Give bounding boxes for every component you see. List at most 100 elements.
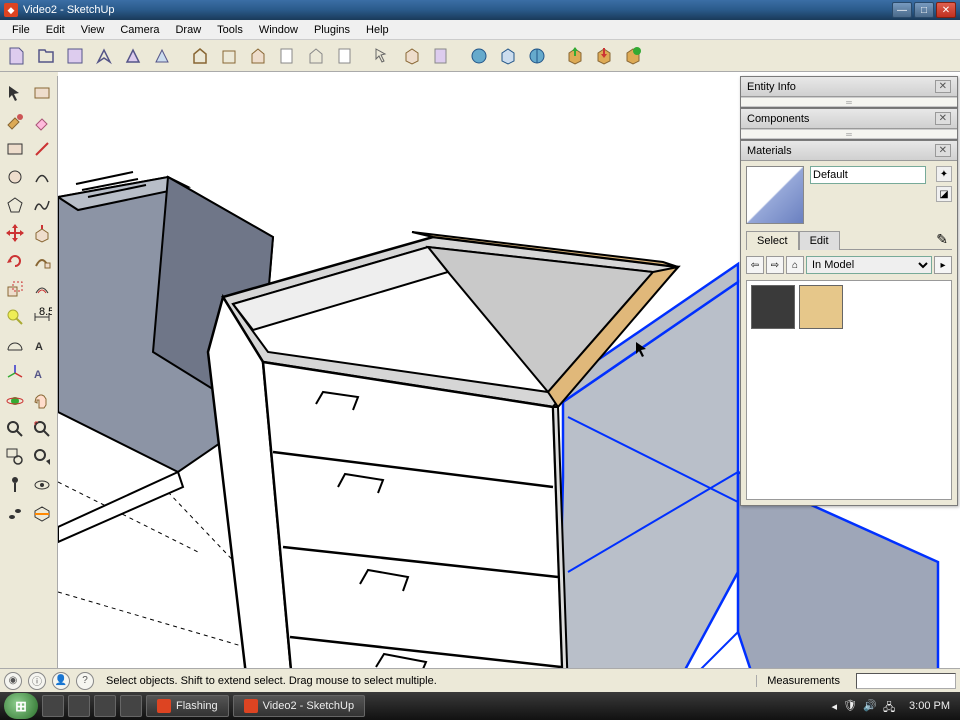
tool-tape[interactable] xyxy=(2,304,28,330)
tb-paste-place[interactable] xyxy=(428,43,454,69)
materials-swatch-tan[interactable] xyxy=(799,285,843,329)
tool-protractor[interactable] xyxy=(2,332,28,358)
tb-component[interactable] xyxy=(399,43,425,69)
status-credits-icon[interactable]: ⓘ xyxy=(28,672,46,690)
tb-earth3[interactable] xyxy=(524,43,550,69)
tray-icon-1[interactable]: 🛡 xyxy=(843,699,857,713)
measurements-input[interactable] xyxy=(856,673,956,689)
tool-arc[interactable] xyxy=(30,164,56,190)
close-button[interactable]: ✕ xyxy=(936,2,956,18)
panel-components-close[interactable]: ✕ xyxy=(935,112,951,125)
tool-dim[interactable]: 8.5 xyxy=(30,304,56,330)
tool-pan[interactable] xyxy=(30,388,56,414)
tb-open[interactable] xyxy=(33,43,59,69)
tool-pushpull[interactable] xyxy=(30,220,56,246)
tool-freehand[interactable] xyxy=(30,192,56,218)
tb-page3[interactable] xyxy=(332,43,358,69)
materials-tab-select[interactable]: Select xyxy=(746,231,799,250)
panel-entity-info-close[interactable]: ✕ xyxy=(935,80,951,93)
tool-poly[interactable] xyxy=(2,192,28,218)
materials-nav-details[interactable]: ▸ xyxy=(934,256,952,274)
tb-page1[interactable] xyxy=(274,43,300,69)
tray-expand-icon[interactable]: ◂ xyxy=(832,700,838,713)
tool-prev-view[interactable] xyxy=(30,444,56,470)
tb-save[interactable] xyxy=(62,43,88,69)
tool-section[interactable] xyxy=(30,500,56,526)
tool-eraser[interactable] xyxy=(30,108,56,134)
tool-followme[interactable] xyxy=(30,248,56,274)
eyedropper-icon[interactable]: ✎ xyxy=(936,231,948,248)
tool-zoom-extents[interactable] xyxy=(30,416,56,442)
quicklaunch-1[interactable] xyxy=(42,695,64,717)
tool-axes[interactable] xyxy=(2,360,28,386)
tb-building2[interactable] xyxy=(216,43,242,69)
tb-page2[interactable] xyxy=(303,43,329,69)
status-signin-icon[interactable]: 👤 xyxy=(52,672,70,690)
tb-3dw3[interactable] xyxy=(620,43,646,69)
menu-edit[interactable]: Edit xyxy=(38,22,73,38)
materials-default-icon[interactable]: ◪ xyxy=(936,186,952,202)
materials-swatch-dark[interactable] xyxy=(751,285,795,329)
tb-new[interactable] xyxy=(4,43,30,69)
tool-position-camera[interactable] xyxy=(2,472,28,498)
panel-entity-collapse[interactable]: ═ xyxy=(741,97,957,107)
minimize-button[interactable]: — xyxy=(892,2,912,18)
menu-window[interactable]: Window xyxy=(251,22,306,38)
menu-help[interactable]: Help xyxy=(358,22,397,38)
menu-view[interactable]: View xyxy=(73,22,113,38)
tray-icon-3[interactable]: 🖧 xyxy=(883,699,897,713)
materials-nav-forward[interactable]: ⇨ xyxy=(766,256,784,274)
status-geo-icon[interactable]: ◉ xyxy=(4,672,22,690)
tray-clock[interactable]: 3:00 PM xyxy=(903,700,956,712)
quicklaunch-3[interactable] xyxy=(94,695,116,717)
tb-3dw1[interactable] xyxy=(562,43,588,69)
maximize-button[interactable]: □ xyxy=(914,2,934,18)
panel-components-collapse[interactable]: ═ xyxy=(741,129,957,139)
panel-components-header[interactable]: Components ✕ xyxy=(741,109,957,129)
tool-paint[interactable] xyxy=(2,108,28,134)
taskbar-task-flashing[interactable]: Flashing xyxy=(146,695,229,717)
tb-select-ext[interactable] xyxy=(370,43,396,69)
tool-offset[interactable] xyxy=(30,276,56,302)
tool-rotate[interactable] xyxy=(2,248,28,274)
menu-draw[interactable]: Draw xyxy=(167,22,209,38)
menu-tools[interactable]: Tools xyxy=(209,22,251,38)
tb-copy[interactable] xyxy=(120,43,146,69)
tool-rect[interactable] xyxy=(2,136,28,162)
tool-3dtext[interactable]: A xyxy=(30,360,56,386)
materials-nav-home[interactable]: ⌂ xyxy=(786,256,804,274)
taskbar-task-sketchup[interactable]: Video2 - SketchUp xyxy=(233,695,366,717)
tool-make-component[interactable] xyxy=(30,80,56,106)
tb-cut[interactable] xyxy=(91,43,117,69)
tool-scale[interactable] xyxy=(2,276,28,302)
tool-zoom[interactable] xyxy=(2,416,28,442)
materials-library-select[interactable]: In Model xyxy=(806,256,932,274)
menu-camera[interactable]: Camera xyxy=(112,22,167,38)
menu-plugins[interactable]: Plugins xyxy=(306,22,358,38)
quicklaunch-2[interactable] xyxy=(68,695,90,717)
tool-look-around[interactable] xyxy=(30,472,56,498)
tool-line[interactable] xyxy=(30,136,56,162)
tool-select[interactable] xyxy=(2,80,28,106)
tool-orbit[interactable] xyxy=(2,388,28,414)
panel-materials-close[interactable]: ✕ xyxy=(935,144,951,157)
tb-earth2[interactable] xyxy=(495,43,521,69)
tool-zoom-window[interactable] xyxy=(2,444,28,470)
tb-earth1[interactable] xyxy=(466,43,492,69)
materials-create-icon[interactable]: ✦ xyxy=(936,166,952,182)
tb-3dw2[interactable] xyxy=(591,43,617,69)
menu-file[interactable]: File xyxy=(4,22,38,38)
materials-tab-edit[interactable]: Edit xyxy=(799,231,840,250)
tool-circle[interactable] xyxy=(2,164,28,190)
tray-icon-2[interactable]: 🔊 xyxy=(863,699,877,713)
tool-walk[interactable] xyxy=(2,500,28,526)
panel-entity-info-header[interactable]: Entity Info ✕ xyxy=(741,77,957,97)
tool-text[interactable]: A xyxy=(30,332,56,358)
tb-building1[interactable] xyxy=(187,43,213,69)
panel-materials-header[interactable]: Materials ✕ xyxy=(741,141,957,161)
quicklaunch-4[interactable] xyxy=(120,695,142,717)
materials-name-input[interactable] xyxy=(810,166,926,184)
materials-nav-back[interactable]: ⇦ xyxy=(746,256,764,274)
tb-building3[interactable] xyxy=(245,43,271,69)
tb-paste[interactable] xyxy=(149,43,175,69)
